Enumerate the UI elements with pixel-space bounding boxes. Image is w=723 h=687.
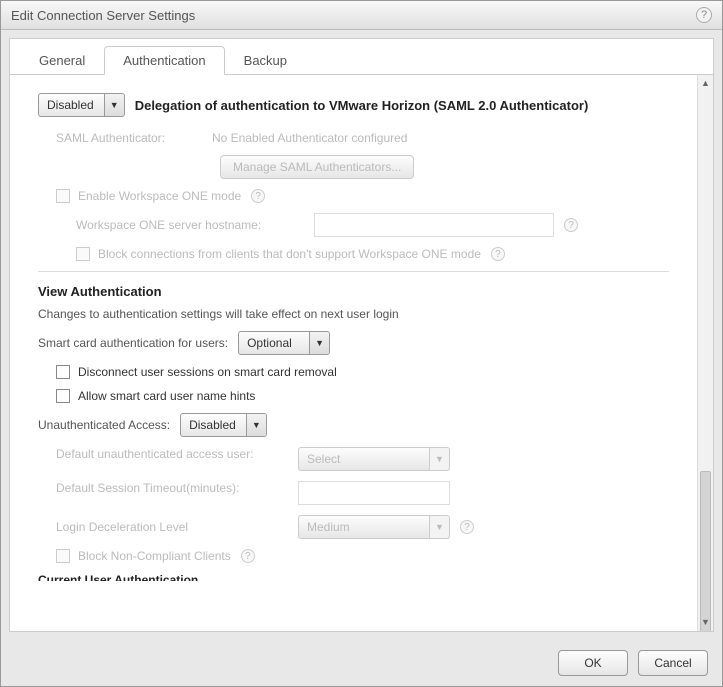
dialog-footer: OK Cancel xyxy=(1,640,722,686)
cutoff-section-header: Current User Authentication xyxy=(38,573,669,581)
tab-backup[interactable]: Backup xyxy=(225,46,306,75)
checkbox-box xyxy=(56,365,70,379)
chevron-down-icon: ▼ xyxy=(429,516,449,538)
cancel-button[interactable]: Cancel xyxy=(638,650,708,676)
ws1-hostname-input[interactable] xyxy=(314,213,554,237)
disconnect-on-removal-checkbox[interactable]: Disconnect user sessions on smart card r… xyxy=(56,365,337,379)
dialog-window: Edit Connection Server Settings ? Genera… xyxy=(0,0,723,687)
help-icon[interactable]: ? xyxy=(241,549,255,563)
tab-authentication[interactable]: Authentication xyxy=(104,46,224,75)
block-clients-label: Block connections from clients that don'… xyxy=(98,247,481,261)
chevron-down-icon: ▼ xyxy=(104,94,124,116)
help-icon[interactable]: ? xyxy=(251,189,265,203)
session-timeout-label: Default Session Timeout(minutes): xyxy=(56,481,288,495)
ws1-hostname-label: Workspace ONE server hostname: xyxy=(76,218,304,232)
disconnect-on-removal-label: Disconnect user sessions on smart card r… xyxy=(78,365,337,379)
checkbox-box xyxy=(56,189,70,203)
session-timeout-input[interactable] xyxy=(298,481,450,505)
help-icon[interactable]: ? xyxy=(564,218,578,232)
smartcard-dropdown[interactable]: Optional ▼ xyxy=(238,331,330,355)
scrollbar[interactable]: ▲ ▼ xyxy=(697,75,713,631)
help-icon[interactable]: ? xyxy=(696,7,712,23)
delegation-dropdown[interactable]: Disabled ▼ xyxy=(38,93,125,117)
content-area: Disabled ▼ Delegation of authentication … xyxy=(10,75,713,631)
delegation-dropdown-value: Disabled xyxy=(39,98,104,112)
view-auth-note: Changes to authentication settings will … xyxy=(38,307,399,321)
scroll-up-icon[interactable]: ▲ xyxy=(699,76,713,90)
login-deceleration-value: Medium xyxy=(299,520,429,534)
scroll-content: Disabled ▼ Delegation of authentication … xyxy=(10,75,697,631)
allow-hints-checkbox[interactable]: Allow smart card user name hints xyxy=(56,389,255,403)
default-unauth-user-label: Default unauthenticated access user: xyxy=(56,447,288,461)
tab-general[interactable]: General xyxy=(20,46,104,75)
unauth-access-dropdown[interactable]: Disabled ▼ xyxy=(180,413,267,437)
dialog-title: Edit Connection Server Settings xyxy=(11,8,195,23)
ok-button[interactable]: OK xyxy=(558,650,628,676)
enable-workspace-one-label: Enable Workspace ONE mode xyxy=(78,189,241,203)
enable-workspace-one-checkbox[interactable]: Enable Workspace ONE mode xyxy=(56,189,241,203)
chevron-down-icon: ▼ xyxy=(246,414,266,436)
chevron-down-icon: ▼ xyxy=(309,332,329,354)
title-bar: Edit Connection Server Settings ? xyxy=(1,1,722,30)
block-noncompliant-checkbox[interactable]: Block Non-Compliant Clients xyxy=(56,549,231,563)
tab-bar: General Authentication Backup xyxy=(10,39,713,75)
scroll-thumb[interactable] xyxy=(700,471,711,631)
help-icon[interactable]: ? xyxy=(460,520,474,534)
default-unauth-user-dropdown[interactable]: Select ▼ xyxy=(298,447,450,471)
checkbox-box xyxy=(56,549,70,563)
manage-saml-button[interactable]: Manage SAML Authenticators... xyxy=(220,155,414,179)
unauth-dropdown-value: Disabled xyxy=(181,418,246,432)
unauth-access-label: Unauthenticated Access: xyxy=(38,418,170,432)
allow-hints-label: Allow smart card user name hints xyxy=(78,389,255,403)
dialog-body: General Authentication Backup Disabled ▼… xyxy=(9,38,714,632)
separator xyxy=(38,271,669,272)
saml-authenticator-value: No Enabled Authenticator configured xyxy=(212,131,407,145)
login-deceleration-dropdown[interactable]: Medium ▼ xyxy=(298,515,450,539)
checkbox-box xyxy=(56,389,70,403)
smartcard-dropdown-value: Optional xyxy=(239,336,309,350)
checkbox-box xyxy=(76,247,90,261)
view-authentication-header: View Authentication xyxy=(38,284,669,299)
default-unauth-user-value: Select xyxy=(299,452,429,466)
scroll-down-icon[interactable]: ▼ xyxy=(699,615,713,629)
block-clients-checkbox[interactable]: Block connections from clients that don'… xyxy=(76,247,481,261)
delegation-label: Delegation of authentication to VMware H… xyxy=(135,98,589,113)
smartcard-label: Smart card authentication for users: xyxy=(38,336,228,350)
help-icon[interactable]: ? xyxy=(491,247,505,261)
block-noncompliant-label: Block Non-Compliant Clients xyxy=(78,549,231,563)
chevron-down-icon: ▼ xyxy=(429,448,449,470)
login-deceleration-label: Login Deceleration Level xyxy=(56,520,288,534)
saml-authenticator-label: SAML Authenticator: xyxy=(56,131,202,145)
